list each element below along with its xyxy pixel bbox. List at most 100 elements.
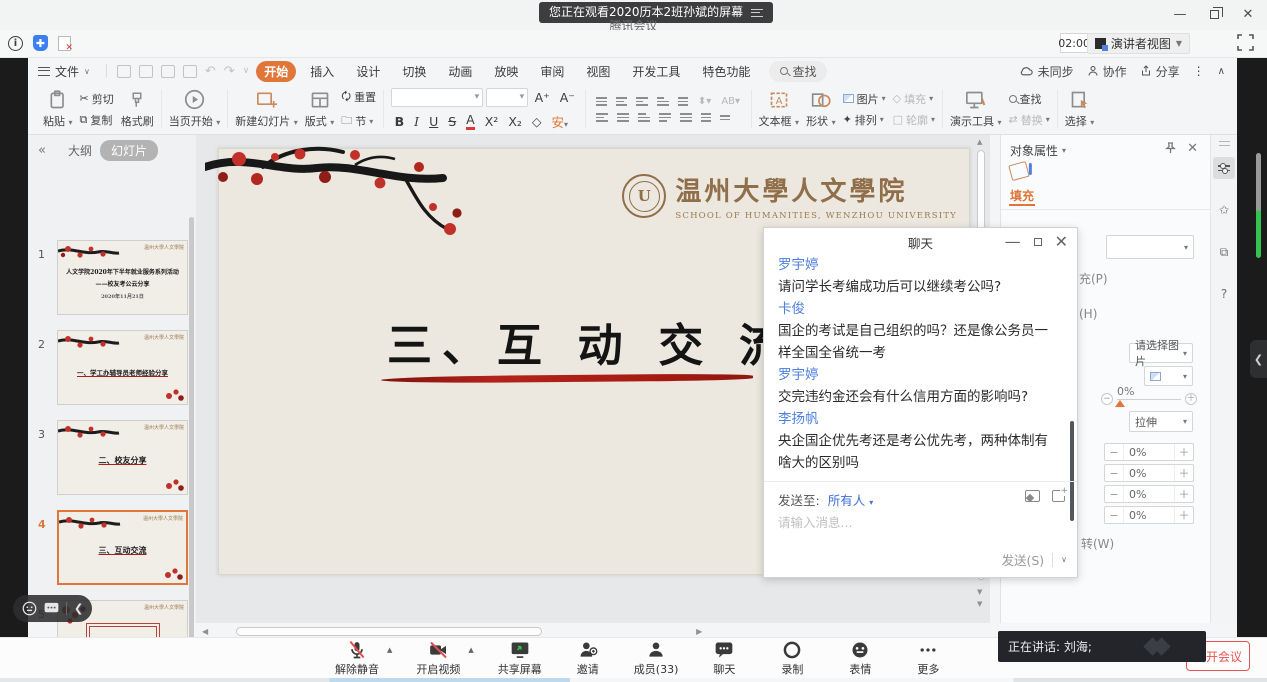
align-right-icon[interactable] — [638, 113, 650, 122]
presenter-view-button[interactable]: 演讲者视图 ▼ — [1087, 33, 1190, 54]
superscript-button[interactable]: X² — [485, 114, 499, 129]
close-button[interactable]: ✕ — [1239, 6, 1257, 22]
camera-button[interactable]: 开启视频 — [416, 640, 460, 677]
send-button[interactable]: 发送(S) — [1001, 550, 1044, 569]
format-painter-button[interactable]: 格式刷 — [121, 90, 154, 129]
doc-error-icon[interactable] — [58, 36, 71, 51]
slide-thumb-4-selected[interactable]: 4 温州大學人文學院 三、互动交流 — [28, 510, 196, 585]
align-left-icon[interactable] — [596, 113, 608, 122]
italic-button[interactable]: I — [414, 114, 419, 129]
redo-icon[interactable]: ↷ — [224, 64, 235, 79]
grow-font-button[interactable]: A⁺ — [535, 90, 550, 105]
tab-devtools[interactable]: 开发工具 — [624, 61, 688, 82]
tab-design[interactable]: 设计 — [348, 61, 388, 82]
animation-rail-button[interactable]: ⧉ — [1213, 241, 1235, 263]
screenshot-icon[interactable] — [1052, 490, 1065, 502]
unmute-button[interactable]: 解除静音 — [335, 640, 379, 677]
properties-rail-button[interactable] — [1213, 157, 1235, 179]
text-fit-icon[interactable]: AB▾ — [721, 96, 740, 107]
tab-outline[interactable]: 大纲 — [68, 142, 92, 159]
rotate-with-shape-label[interactable]: 转(W) — [1081, 535, 1114, 552]
camera-options-icon[interactable]: ▲ — [468, 646, 473, 654]
picture-button[interactable]: 图片 ▾ — [843, 91, 886, 107]
align-center-icon[interactable] — [617, 113, 629, 122]
indent-increase-icon[interactable] — [657, 97, 669, 106]
fill-option-p-label[interactable]: 充(P) — [1079, 270, 1108, 287]
reset-button[interactable]: 🗘重置 — [341, 88, 376, 107]
emoji-button[interactable]: 表情 — [838, 640, 882, 677]
invite-button[interactable]: 邀请 — [566, 640, 610, 677]
offset-stepper-1[interactable]: −0%＋ — [1104, 443, 1194, 461]
find-button[interactable]: 查找 — [769, 61, 827, 82]
banner-menu-icon[interactable] — [751, 9, 763, 17]
send-to-select[interactable]: 所有人 ▾ — [828, 490, 874, 509]
maximize-button[interactable] — [1034, 238, 1042, 246]
plus-icon[interactable]: ＋ — [1185, 393, 1197, 405]
more-button[interactable]: 更多 — [906, 640, 950, 677]
print-preview-icon[interactable] — [183, 65, 197, 78]
sidebar-scrollbar[interactable] — [189, 217, 194, 682]
chat-input[interactable]: 请输入消息... — [778, 512, 852, 531]
subscript-button[interactable]: X₂ — [508, 114, 522, 129]
export-icon[interactable] — [139, 65, 153, 78]
distribute-icon[interactable] — [680, 113, 692, 122]
hscroll-thumb[interactable] — [236, 627, 542, 636]
close-button[interactable]: ✕ — [1055, 232, 1068, 251]
print-icon[interactable] — [161, 65, 175, 78]
effects-rail-button[interactable]: ✩ — [1213, 199, 1235, 221]
line-spacing-icon[interactable] — [701, 113, 711, 122]
rail-drag-handle[interactable] — [1219, 141, 1230, 146]
text-tool-button[interactable]: 安▾ — [552, 112, 569, 131]
close-icon[interactable]: ✕ — [1187, 141, 1198, 156]
shrink-font-button[interactable]: A⁻ — [560, 90, 575, 105]
font-color-button[interactable]: A — [466, 112, 475, 130]
layout-button[interactable]: 版式 ▾ — [305, 90, 335, 129]
textbox-button[interactable]: A 文本框 ▾ — [759, 90, 800, 129]
arrange-button[interactable]: ✦排列 ▾ — [843, 112, 886, 128]
tab-transition[interactable]: 切换 — [394, 61, 434, 82]
section-button[interactable]: 🗀节 ▾ — [341, 112, 376, 131]
fill-tab[interactable]: 填充 — [1010, 187, 1034, 204]
collapse-side-tab[interactable]: ❮ — [1250, 340, 1267, 378]
fullscreen-button[interactable] — [1237, 34, 1254, 51]
paste-button[interactable]: 粘贴 ▾ — [43, 90, 73, 129]
font-name-select[interactable]: ▾ — [391, 88, 483, 107]
tab-review[interactable]: 审阅 — [532, 61, 572, 82]
offset-stepper-3[interactable]: −0%＋ — [1104, 485, 1194, 503]
text-align-vertical-icon[interactable]: ⬍▾ — [698, 96, 711, 107]
slider-handle[interactable] — [1115, 395, 1125, 407]
find-button-ribbon[interactable]: 查找 — [1009, 91, 1050, 107]
share-button[interactable]: 分享 — [1140, 63, 1180, 80]
image-icon[interactable] — [1025, 490, 1040, 502]
select-button[interactable]: 选择 ▾ — [1065, 90, 1095, 129]
chat-bubble-icon[interactable] — [44, 602, 59, 615]
restore-button[interactable] — [1205, 6, 1223, 22]
record-button[interactable]: 录制 — [770, 640, 814, 677]
scroll-left-icon[interactable]: ◀ — [198, 627, 212, 636]
chat-button[interactable]: 聊天 — [702, 640, 746, 677]
scroll-down2-icon[interactable]: ▼ — [977, 600, 982, 608]
bold-button[interactable]: B — [395, 114, 405, 129]
slider-track[interactable] — [1117, 399, 1181, 400]
chat-messages[interactable]: 罗宇婷 请问学长考编成功后可以继续考公吗? 卡俊 国企的考试是自己组织的吗？还是… — [778, 254, 1060, 474]
tab-insert[interactable]: 插入 — [302, 61, 342, 82]
fill-type-select[interactable]: ▾ — [1106, 235, 1194, 259]
collab-button[interactable]: 协作 — [1087, 63, 1127, 80]
tab-animation[interactable]: 动画 — [440, 61, 480, 82]
help-rail-button[interactable]: ? — [1213, 283, 1235, 305]
scroll-right-icon[interactable]: ▶ — [692, 627, 706, 636]
more-menu-icon[interactable]: ⋮ — [1193, 64, 1205, 78]
offset-stepper-2[interactable]: −0%＋ — [1104, 464, 1194, 482]
offset-stepper-4[interactable]: −0%＋ — [1104, 506, 1194, 524]
fill-button[interactable]: ◇填充 ▾ — [893, 91, 935, 107]
texture-select[interactable]: ▾ — [1144, 366, 1193, 386]
text-direction-icon[interactable] — [678, 97, 688, 106]
undo-icon[interactable]: ↶ — [205, 64, 216, 79]
members-button[interactable]: 成员(33) — [634, 640, 679, 677]
tab-slides[interactable]: 幻灯片 — [100, 140, 158, 161]
tab-slideshow[interactable]: 放映 — [486, 61, 526, 82]
cut-button[interactable]: ✂剪切 — [80, 91, 114, 107]
emoji-icon[interactable] — [22, 601, 37, 616]
shapes-button[interactable]: 形状 ▾ — [806, 90, 836, 129]
scroll-up-icon[interactable]: ▲ — [977, 138, 982, 146]
